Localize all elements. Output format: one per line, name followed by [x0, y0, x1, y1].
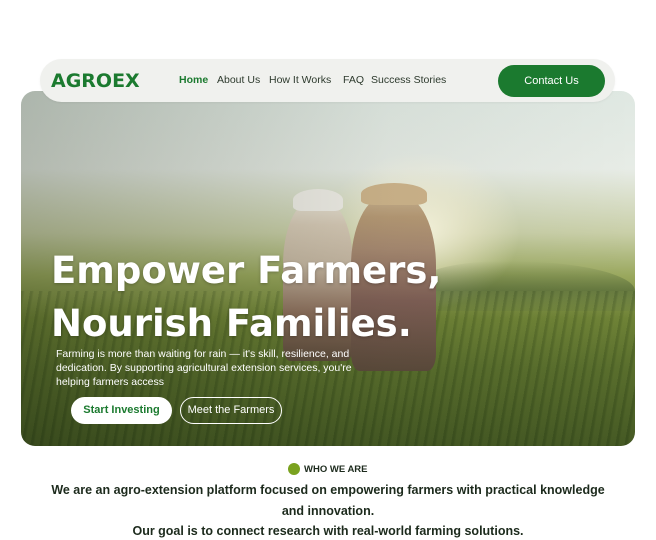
hero-subtitle: Farming is more than waiting for rain — …	[56, 348, 352, 388]
nav-item-about-us[interactable]: About Us	[217, 74, 260, 86]
top-navbar: AGROEX Home About Us How It Works FAQ Su…	[40, 59, 615, 102]
who-we-are-badge: WHO WE ARE	[288, 463, 368, 475]
goal-statement: Our goal is to connect research with rea…	[132, 524, 524, 538]
nav-item-home[interactable]: Home	[179, 74, 208, 86]
brand-logo[interactable]: AGROEX	[51, 70, 140, 92]
contact-us-button[interactable]: Contact Us	[498, 65, 605, 97]
nav-item-success-stories[interactable]: Success Stories	[371, 74, 446, 86]
badge-label: WHO WE ARE	[304, 463, 368, 475]
badge-dot-icon	[288, 463, 300, 475]
meet-the-farmers-button[interactable]: Meet the Farmers	[180, 397, 282, 424]
hero-title: Empower Farmers, Nourish Families.	[51, 244, 451, 350]
mission-statement: We are an agro-extension platform focuse…	[51, 483, 605, 518]
start-investing-button[interactable]: Start Investing	[71, 397, 172, 424]
nav-item-how-it-works[interactable]: How It Works	[269, 74, 331, 86]
hero-title-line-1: Empower Farmers,	[51, 249, 442, 292]
hero-title-line-2: Nourish Families.	[51, 302, 412, 345]
nav-item-faq[interactable]: FAQ	[343, 74, 364, 86]
